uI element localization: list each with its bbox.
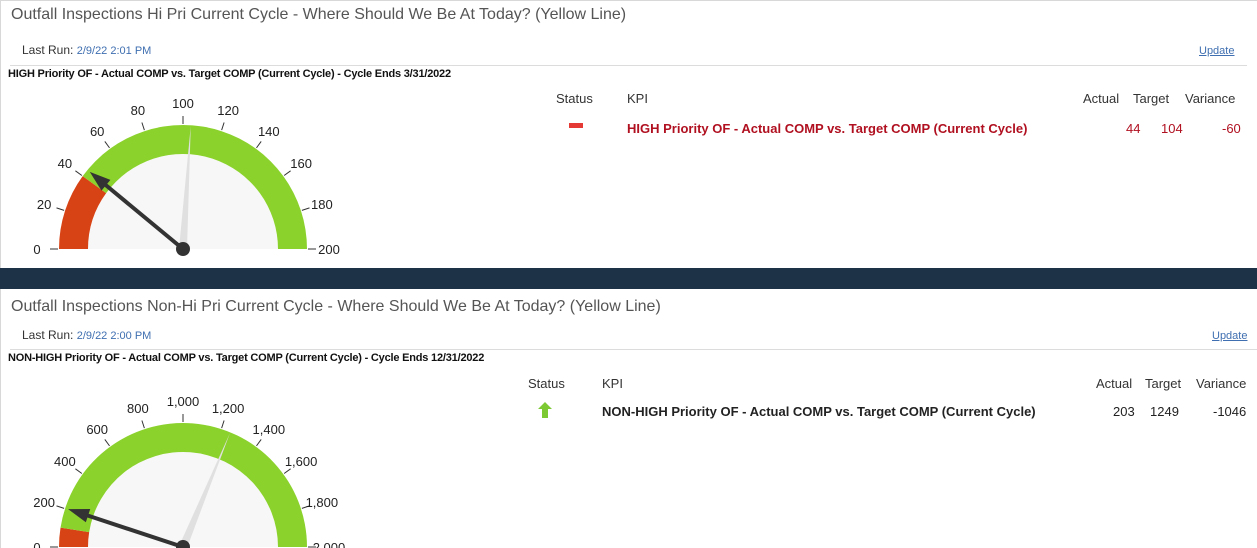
- gauge-tick-label: 40: [58, 156, 72, 171]
- gauge-tick-label: 200: [33, 495, 55, 510]
- last-run: Last Run: 2/9/22 2:00 PM: [22, 328, 151, 342]
- gauge-tick-label: 1,200: [212, 401, 245, 416]
- gauge-tick: [283, 170, 291, 176]
- gauge-tick-label: 80: [131, 103, 145, 118]
- gauge-tick: [104, 141, 110, 149]
- gauge-tick: [221, 122, 225, 131]
- needle-hub: [176, 242, 190, 256]
- gauge-tick: [283, 468, 291, 474]
- header-variance: Variance: [1185, 91, 1236, 106]
- header-variance: Variance: [1196, 376, 1247, 391]
- last-run: Last Run: 2/9/22 2:01 PM: [22, 43, 151, 57]
- kpi-name[interactable]: HIGH Priority OF - Actual COMP vs. Targe…: [627, 121, 1027, 136]
- panel-title: Outfall Inspections Non-Hi Pri Current C…: [11, 298, 661, 315]
- gauge-svg: 0 20 40 60 80 100 120 140 160 180 200: [33, 96, 340, 257]
- gauge-tick: [75, 468, 83, 474]
- panel-divider: [0, 268, 1257, 289]
- gauge-tick-label: 100: [172, 96, 194, 111]
- gauge-tick: [301, 207, 310, 211]
- gauge-tick-label: 140: [258, 124, 280, 139]
- divider-line: [10, 65, 1247, 66]
- gauge-tick: [104, 439, 110, 447]
- kpi-panel-non-high-priority: Outfall Inspections Non-Hi Pri Current C…: [0, 289, 1257, 548]
- gauge-tick-label: 1,400: [253, 422, 286, 437]
- chart-title: NON-HIGH Priority OF - Actual COMP vs. T…: [8, 352, 485, 364]
- variance-value: -1046: [1213, 404, 1247, 419]
- gauge-tick-label: 800: [127, 401, 149, 416]
- gauge-tick-label: 120: [217, 103, 239, 118]
- gauge-tick: [221, 420, 225, 429]
- panel-title: Outfall Inspections Hi Pri Current Cycle…: [11, 6, 627, 23]
- gauge-tick-label: 400: [54, 454, 76, 469]
- gauge-tick: [141, 122, 145, 131]
- kpi-name[interactable]: NON-HIGH Priority OF - Actual COMP vs. T…: [602, 404, 1036, 419]
- target-value: 104: [1161, 121, 1183, 136]
- actual-value: 44: [1126, 121, 1141, 136]
- header-actual: Actual: [1096, 376, 1133, 391]
- gauge-tick: [141, 420, 145, 429]
- gauge-tick-label: 600: [86, 422, 108, 437]
- last-run-label: Last Run:: [22, 328, 74, 342]
- gauge-tick-label: 200: [318, 242, 340, 257]
- target-value: 1249: [1150, 404, 1179, 419]
- gauge-tick-label: 60: [90, 124, 104, 139]
- gauge-tick-label: 1,800: [306, 495, 339, 510]
- header-status: Status: [556, 91, 593, 106]
- header-kpi: KPI: [627, 91, 648, 106]
- actual-value: 203: [1113, 404, 1135, 419]
- gauge-tick-label: 2,000: [313, 540, 346, 548]
- gauge-tick: [75, 170, 83, 176]
- chart-title: HIGH Priority OF - Actual COMP vs. Targe…: [8, 68, 451, 80]
- gauge-tick-label: 20: [37, 197, 51, 212]
- gauge-tick-label: 160: [290, 156, 312, 171]
- update-link[interactable]: Update: [1199, 45, 1234, 57]
- gauge-tick: [256, 141, 262, 149]
- last-run-value: 2/9/22 2:01 PM: [76, 45, 152, 57]
- gauge-tick-label: 0: [33, 242, 40, 257]
- header-actual: Actual: [1083, 91, 1120, 106]
- gauge-tick-label: 180: [311, 197, 333, 212]
- header-kpi: KPI: [602, 376, 623, 391]
- header-status: Status: [528, 376, 565, 391]
- gauge-chart: 0 20 40 60 80 100 120 140 160 180 200: [0, 81, 370, 269]
- kpi-panel-high-priority: Outfall Inspections Hi Pri Current Cycle…: [0, 0, 1257, 269]
- header-target: Target: [1133, 91, 1170, 106]
- gauge-tick: [56, 207, 65, 211]
- gauge-tick-label: 0: [33, 540, 40, 548]
- dash-icon: [569, 123, 583, 128]
- gauge-svg: 0 200 400 600 800 1,000 1,200 1,400 1,600 1,800 2,…: [33, 394, 346, 548]
- update-link[interactable]: Update: [1212, 330, 1247, 342]
- last-run-label: Last Run:: [22, 43, 74, 57]
- gauge-tick: [56, 505, 65, 509]
- gauge-tick-label: 1,000: [167, 394, 200, 409]
- header-target: Target: [1145, 376, 1182, 391]
- gauge-tick-label: 1,600: [285, 454, 318, 469]
- arrow-up-icon: [537, 401, 553, 424]
- variance-value: -60: [1222, 121, 1241, 136]
- last-run-value: 2/9/22 2:00 PM: [76, 330, 152, 342]
- divider-line: [10, 349, 1257, 350]
- gauge-tick: [256, 439, 262, 447]
- gauge-chart: 0 200 400 600 800 1,000 1,200 1,400 1,600 1,800 2,…: [0, 365, 370, 548]
